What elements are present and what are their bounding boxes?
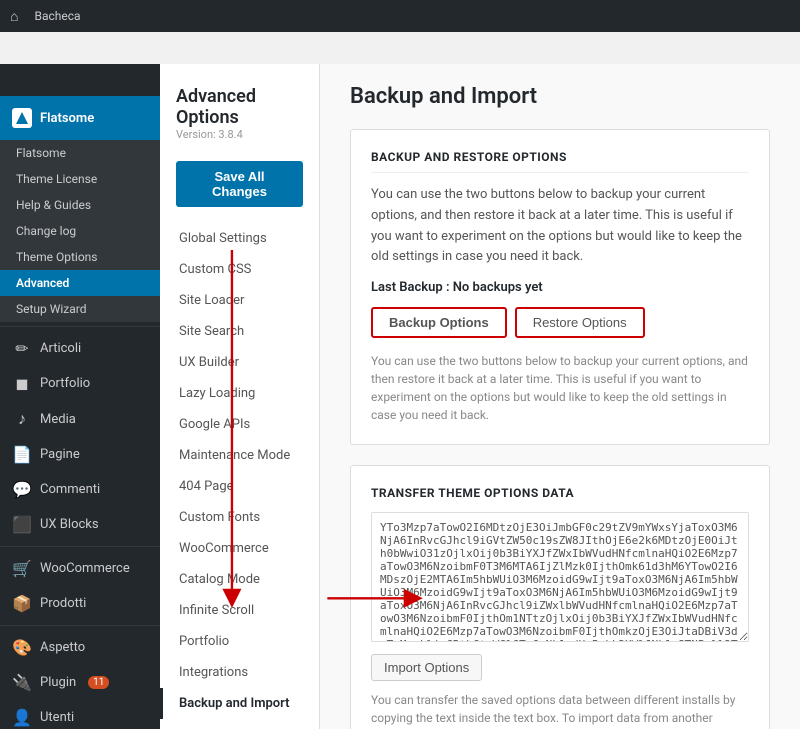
pagine-label: Pagine — [40, 447, 80, 462]
save-all-changes-button-nav[interactable]: Save All Changes — [176, 161, 303, 207]
admin-bar: ⌂ Bacheca — [0, 0, 800, 32]
sidebar-item-theme-license[interactable]: Theme License — [0, 166, 160, 192]
woocommerce-label: WooCommerce — [40, 561, 130, 576]
sidebar: Flatsome Flatsome Theme License Help & G… — [0, 64, 160, 729]
sidebar-item-advanced[interactable]: Advanced — [0, 270, 160, 296]
nav-item-site-loader[interactable]: Site Loader — [160, 285, 319, 316]
nav-item-lazy-loading[interactable]: Lazy Loading — [160, 378, 319, 409]
plugin-icon: 🔌 — [12, 673, 32, 692]
brand-label: Flatsome — [40, 111, 94, 126]
pages-icon: 📄 — [12, 445, 32, 464]
backup-description: You can use the two buttons below to bac… — [371, 185, 749, 268]
sidebar-item-setup-wizard[interactable]: Setup Wizard — [0, 296, 160, 322]
media-label: Media — [40, 412, 76, 427]
options-nav-header: Advanced Options Version: 3.8.4 — [160, 74, 319, 153]
options-nav: Advanced Options Version: 3.8.4 Save All… — [160, 64, 320, 729]
sidebar-item-flatsome[interactable]: Flatsome — [0, 140, 160, 166]
nav-item-infinite-scroll[interactable]: Infinite Scroll — [160, 595, 319, 626]
articoli-label: Articoli — [40, 341, 81, 356]
options-title: Advanced Options — [176, 86, 303, 128]
sidebar-item-commenti[interactable]: 💬 Commenti — [0, 472, 160, 507]
sidebar-item-help-guides[interactable]: Help & Guides — [0, 192, 160, 218]
plugin-badge: 11 — [88, 676, 109, 689]
restore-options-button[interactable]: Restore Options — [515, 307, 645, 338]
sidebar-item-woocommerce[interactable]: 🛒 WooCommerce — [0, 551, 160, 586]
nav-item-custom-css[interactable]: Custom CSS — [160, 254, 319, 285]
backup-section-title: BACKUP AND RESTORE OPTIONS — [371, 150, 749, 173]
nav-item-404-page[interactable]: 404 Page — [160, 471, 319, 502]
panel-title: Backup and Import — [350, 84, 770, 109]
comments-icon: 💬 — [12, 480, 32, 499]
change-log-label: Change log — [16, 224, 76, 238]
panel-content: Backup and Import BACKUP AND RESTORE OPT… — [320, 64, 800, 729]
sidebar-brand[interactable]: Flatsome — [0, 96, 160, 140]
nav-item-portfolio[interactable]: Portfolio — [160, 626, 319, 657]
flatsome-submenu: Flatsome Theme License Help & Guides Cha… — [0, 140, 160, 322]
nav-item-woocommerce[interactable]: WooCommerce — [160, 533, 319, 564]
nav-item-maintenance-mode[interactable]: Maintenance Mode — [160, 440, 319, 471]
import-options-button[interactable]: Import Options — [371, 654, 482, 681]
sidebar-divider-1 — [0, 326, 160, 327]
sidebar-divider-2 — [0, 546, 160, 547]
plugin-label: Plugin — [40, 675, 76, 690]
sidebar-item-portfolio[interactable]: ◼ Portfolio — [0, 366, 160, 401]
admin-bar-bacheca[interactable]: Bacheca — [34, 9, 80, 23]
options-version: Version: 3.8.4 — [176, 128, 303, 141]
backup-options-button[interactable]: Backup Options — [371, 307, 507, 338]
sidebar-item-plugin[interactable]: 🔌 Plugin 11 — [0, 665, 160, 700]
transfer-section: TRANSFER THEME OPTIONS DATA YTo3Mzp7aTow… — [350, 465, 770, 729]
advanced-label: Advanced — [16, 276, 69, 290]
backup-button-row: Backup Options Restore Options — [371, 307, 749, 338]
nav-item-global-settings[interactable]: Global Settings — [160, 223, 319, 254]
ux-blocks-label: UX Blocks — [40, 517, 99, 532]
sidebar-item-pagine[interactable]: 📄 Pagine — [0, 437, 160, 472]
sidebar-item-change-log[interactable]: Change log — [0, 218, 160, 244]
setup-wizard-label: Setup Wizard — [16, 302, 87, 316]
sidebar-item-prodotti[interactable]: 📦 Prodotti — [0, 586, 160, 621]
edit-icon: ✏ — [12, 339, 32, 358]
products-icon: 📦 — [12, 594, 32, 613]
sidebar-item-utenti[interactable]: 👤 Utenti — [0, 700, 160, 729]
sidebar-item-media[interactable]: ♪ Media — [0, 401, 160, 437]
sidebar-divider-3 — [0, 625, 160, 626]
utenti-label: Utenti — [40, 710, 74, 725]
backup-subdescription: You can use the two buttons below to bac… — [371, 352, 749, 424]
transfer-section-title: TRANSFER THEME OPTIONS DATA — [371, 486, 749, 500]
prodotti-label: Prodotti — [40, 596, 86, 611]
portfolio-icon: ◼ — [12, 374, 32, 393]
flatsome-label: Flatsome — [16, 146, 66, 160]
sidebar-item-theme-options[interactable]: Theme Options — [0, 244, 160, 270]
ux-blocks-icon: ⬛ — [12, 515, 32, 534]
theme-options-label: Theme Options — [16, 250, 98, 264]
nav-item-catalog-mode[interactable]: Catalog Mode — [160, 564, 319, 595]
nav-item-backup-import[interactable]: Backup and Import — [160, 688, 319, 719]
nav-item-ux-builder[interactable]: UX Builder — [160, 347, 319, 378]
admin-bar-logo: ⌂ — [10, 8, 18, 25]
nav-item-custom-fonts[interactable]: Custom Fonts — [160, 502, 319, 533]
commenti-label: Commenti — [40, 482, 100, 497]
brand-icon — [12, 108, 32, 128]
media-icon: ♪ — [12, 409, 32, 429]
sidebar-item-ux-blocks[interactable]: ⬛ UX Blocks — [0, 507, 160, 542]
nav-item-site-search[interactable]: Site Search — [160, 316, 319, 347]
sidebar-item-aspetto[interactable]: 🎨 Aspetto — [0, 630, 160, 665]
sidebar-item-articoli[interactable]: ✏ Articoli — [0, 331, 160, 366]
theme-license-label: Theme License — [16, 172, 97, 186]
help-guides-label: Help & Guides — [16, 198, 91, 212]
nav-item-integrations[interactable]: Integrations — [160, 657, 319, 688]
users-icon: 👤 — [12, 708, 32, 727]
nav-item-google-apis[interactable]: Google APIs — [160, 409, 319, 440]
backup-section: BACKUP AND RESTORE OPTIONS You can use t… — [350, 129, 770, 445]
transfer-description: You can transfer the saved options data … — [371, 691, 749, 729]
transfer-textarea[interactable]: YTo3Mzp7aTowO2I6MDtzOjE3OiJmbGF0c29tZV9m… — [371, 512, 749, 642]
portfolio-label: Portfolio — [40, 376, 90, 391]
aspetto-label: Aspetto — [40, 640, 85, 655]
woo-icon: 🛒 — [12, 559, 32, 578]
last-backup-info: Last Backup : No backups yet — [371, 280, 749, 295]
appearance-icon: 🎨 — [12, 638, 32, 657]
